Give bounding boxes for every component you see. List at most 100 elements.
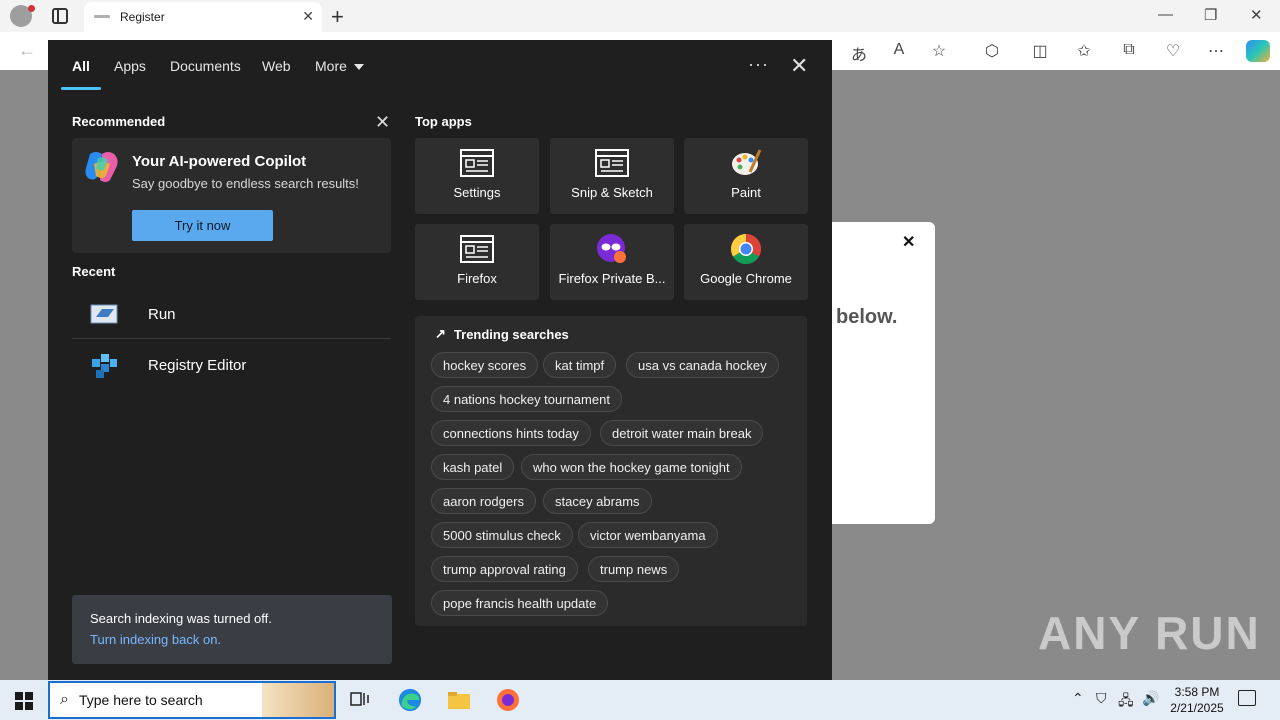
- defender-icon[interactable]: ⛉: [1096, 690, 1107, 707]
- app-tile-label: Paint: [731, 185, 761, 200]
- trending-chip[interactable]: detroit water main break: [600, 420, 764, 446]
- collections-icon[interactable]: ⧉: [1118, 41, 1140, 59]
- windows-start-icon[interactable]: [15, 692, 33, 710]
- register-dialog: ✕ below.: [830, 222, 935, 524]
- app-tile-label: Snip & Sketch: [571, 185, 653, 200]
- chrome-icon: [728, 233, 764, 265]
- window-icon: [459, 147, 495, 179]
- browser-essentials-icon[interactable]: ♡: [1162, 41, 1184, 61]
- restore-icon[interactable]: ❐: [1204, 6, 1217, 24]
- browser-titlebar: Register ✕ + — ❐ ✕: [0, 0, 1280, 32]
- app-tile-label: Firefox Private B...: [558, 271, 666, 286]
- tab-all[interactable]: All: [72, 58, 90, 74]
- file-explorer-icon[interactable]: [447, 688, 471, 712]
- tab-documents[interactable]: Documents: [170, 58, 241, 74]
- more-menu-icon[interactable]: ⋯: [1205, 41, 1227, 61]
- clock-time: 3:58 PM: [1174, 685, 1220, 699]
- recent-item-registry-editor[interactable]: Registry Editor: [72, 340, 391, 390]
- split-screen-icon[interactable]: ◫: [1029, 41, 1051, 61]
- search-icon: ⌕: [60, 691, 69, 708]
- notification-center-icon[interactable]: [1238, 690, 1256, 706]
- trending-chip[interactable]: pope francis health update: [431, 590, 609, 616]
- new-tab-icon[interactable]: +: [331, 4, 344, 30]
- search-highlight-image: [262, 683, 334, 717]
- app-tile-firefox-private[interactable]: Firefox Private B...: [550, 224, 674, 300]
- favorite-star-icon[interactable]: ☆: [928, 41, 950, 61]
- app-tile-paint[interactable]: Paint: [684, 138, 808, 214]
- trending-chip[interactable]: usa vs canada hockey: [626, 352, 779, 378]
- translate-icon[interactable]: あ: [848, 41, 870, 65]
- trending-chip[interactable]: stacey abrams: [543, 488, 652, 514]
- dialog-close-icon[interactable]: ✕: [902, 232, 915, 252]
- clock-date: 2/21/2025: [1170, 701, 1224, 715]
- recent-item-run[interactable]: Run: [72, 289, 391, 339]
- trending-chip[interactable]: kat timpf: [543, 352, 617, 378]
- back-icon[interactable]: ←: [18, 40, 36, 61]
- trending-chip[interactable]: connections hints today: [431, 420, 591, 446]
- browser-tab-register[interactable]: Register ✕: [84, 2, 322, 32]
- trending-chip[interactable]: aaron rodgers: [431, 488, 536, 514]
- tab-apps[interactable]: Apps: [114, 58, 146, 74]
- task-view-icon[interactable]: [348, 688, 372, 712]
- app-tile-settings[interactable]: Settings: [415, 138, 539, 214]
- app-tile-snip-sketch[interactable]: Snip & Sketch: [550, 138, 674, 214]
- dialog-heading-partial: below.: [836, 306, 898, 328]
- trending-chip[interactable]: hockey scores: [431, 352, 539, 378]
- copilot-logo-icon: [84, 150, 120, 182]
- trending-chip[interactable]: victor wembanyama: [578, 522, 718, 548]
- taskbar-clock[interactable]: 3:58 PM 2/21/2025: [1164, 684, 1230, 716]
- copilot-sidebar-icon[interactable]: [1246, 40, 1270, 62]
- trending-chip[interactable]: trump approval rating: [431, 556, 578, 582]
- taskbar-search-box[interactable]: ⌕ Type here to search: [48, 681, 336, 719]
- app-tile-firefox[interactable]: Firefox: [415, 224, 539, 300]
- tab-close-icon[interactable]: ✕: [302, 8, 314, 25]
- copilot-promo-title: Your AI-powered Copilot: [132, 153, 307, 170]
- copilot-promo-subtitle: Say goodbye to endless search results!: [132, 176, 359, 191]
- edge-taskbar-icon[interactable]: [398, 688, 422, 712]
- flyout-close-icon[interactable]: ✕: [790, 53, 808, 79]
- firefox-private-icon: [594, 233, 630, 265]
- trending-chip[interactable]: trump news: [588, 556, 680, 582]
- show-hidden-icons-icon[interactable]: ⌃: [1072, 690, 1084, 707]
- network-icon[interactable]: 🖧: [1118, 690, 1134, 714]
- app-tile-label: Settings: [453, 185, 501, 200]
- trending-chip[interactable]: kash patel: [431, 454, 515, 480]
- recent-divider: [72, 338, 391, 339]
- tab-more-label: More: [315, 58, 347, 74]
- app-tile-google-chrome[interactable]: Google Chrome: [684, 224, 808, 300]
- tab-actions-icon[interactable]: [52, 8, 68, 24]
- profile-status-dot: [28, 5, 35, 12]
- indexing-notice: Search indexing was turned off. Turn ind…: [72, 595, 392, 664]
- read-aloud-icon[interactable]: A: [888, 41, 910, 59]
- favorites-icon[interactable]: ✩: [1073, 41, 1095, 61]
- extensions-icon[interactable]: ⬡: [981, 41, 1003, 61]
- window-icon: [459, 233, 495, 265]
- recommended-dismiss-icon[interactable]: ✕: [375, 112, 390, 133]
- app-tile-label: Google Chrome: [700, 271, 792, 286]
- close-window-icon[interactable]: ✕: [1250, 6, 1263, 24]
- taskbar-search-placeholder: Type here to search: [78, 692, 203, 708]
- app-tile-label: Firefox: [457, 271, 497, 286]
- volume-icon[interactable]: 🔊: [1142, 690, 1159, 707]
- turn-indexing-on-link[interactable]: Turn indexing back on.: [90, 632, 374, 647]
- trending-heading: ↗ Trending searches: [435, 326, 569, 342]
- registry-editor-icon: [88, 349, 120, 381]
- tab-more[interactable]: More: [315, 58, 364, 74]
- tab-web[interactable]: Web: [262, 58, 291, 74]
- trending-chip[interactable]: 4 nations hockey tournament: [431, 386, 622, 412]
- tab-title: Register: [120, 10, 165, 24]
- indexing-message: Search indexing was turned off.: [90, 611, 272, 626]
- more-options-icon[interactable]: ···: [748, 54, 769, 75]
- copilot-promo-card: Your AI-powered Copilot Say goodbye to e…: [72, 138, 391, 253]
- window-icon: [594, 147, 630, 179]
- active-tab-indicator: [61, 87, 101, 90]
- anyrun-watermark: ANY RUN: [1038, 607, 1261, 659]
- recent-item-label: Run: [148, 305, 176, 323]
- trending-chip[interactable]: 5000 stimulus check: [431, 522, 573, 548]
- trending-chip[interactable]: who won the hockey game tonight: [521, 454, 742, 480]
- try-it-now-button[interactable]: Try it now: [132, 210, 273, 241]
- recommended-heading: Recommended: [72, 114, 166, 129]
- trending-searches-panel: ↗ Trending searches hockey scores kat ti…: [415, 316, 807, 626]
- firefox-taskbar-icon[interactable]: [496, 688, 520, 712]
- minimize-icon[interactable]: —: [1158, 6, 1173, 23]
